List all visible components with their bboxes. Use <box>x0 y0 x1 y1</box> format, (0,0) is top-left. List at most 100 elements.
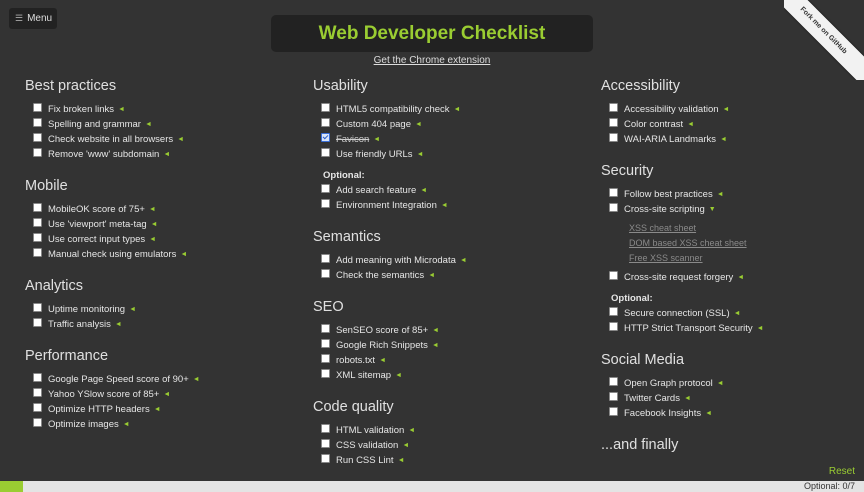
checklist-item[interactable]: Use friendly URLs ◄ <box>321 147 573 162</box>
checkbox[interactable] <box>33 248 42 257</box>
checklist-item[interactable]: Run CSS Lint ◄ <box>321 453 573 468</box>
expand-left-icon[interactable]: ◄ <box>408 427 415 434</box>
github-ribbon[interactable]: Fork me on GitHub <box>784 0 864 80</box>
expand-left-icon[interactable]: ◄ <box>149 236 156 243</box>
expand-left-icon[interactable]: ◄ <box>379 357 386 364</box>
checklist-item[interactable]: Optimize images ◄ <box>33 417 285 432</box>
checkbox[interactable] <box>33 133 42 142</box>
menu-button[interactable]: ☰ Menu <box>9 8 57 29</box>
resource-link[interactable]: Free XSS scanner <box>629 251 861 266</box>
checklist-item[interactable]: HTML validation ◄ <box>321 423 573 438</box>
checkbox[interactable] <box>321 369 330 378</box>
checklist-item[interactable]: Use correct input types ◄ <box>33 232 285 247</box>
checklist-item[interactable]: Use 'viewport' meta-tag ◄ <box>33 217 285 232</box>
expand-left-icon[interactable]: ◄ <box>402 442 409 449</box>
expand-left-icon[interactable]: ◄ <box>717 380 724 387</box>
expand-left-icon[interactable]: ◄ <box>720 136 727 143</box>
expand-left-icon[interactable]: ◄ <box>432 342 439 349</box>
expand-left-icon[interactable]: ◄ <box>428 272 435 279</box>
checklist-item[interactable]: Traffic analysis ◄ <box>33 317 285 332</box>
checklist-item[interactable]: Check website in all browsers ◄ <box>33 132 285 147</box>
expand-left-icon[interactable]: ◄ <box>115 321 122 328</box>
resource-link[interactable]: XSS cheat sheet <box>629 221 861 236</box>
checkbox[interactable] <box>609 118 618 127</box>
checkbox[interactable] <box>321 103 330 112</box>
checkbox[interactable] <box>33 418 42 427</box>
checklist-item[interactable]: Fix broken links ◄ <box>33 102 285 117</box>
checklist-item[interactable]: Open Graph protocol ◄ <box>609 376 861 391</box>
expand-left-icon[interactable]: ◄ <box>373 136 380 143</box>
expand-left-icon[interactable]: ◄ <box>123 421 130 428</box>
checkbox[interactable] <box>609 392 618 401</box>
checklist-item[interactable]: Add search feature ◄ <box>321 183 573 198</box>
checkbox[interactable] <box>33 303 42 312</box>
checklist-item[interactable]: MobileOK score of 75+ ◄ <box>33 202 285 217</box>
checklist-item[interactable]: Optimize HTTP headers ◄ <box>33 402 285 417</box>
expand-left-icon[interactable]: ◄ <box>163 151 170 158</box>
expand-left-icon[interactable]: ◄ <box>454 106 461 113</box>
expand-left-icon[interactable]: ◄ <box>395 372 402 379</box>
checkbox[interactable] <box>33 373 42 382</box>
expand-left-icon[interactable]: ◄ <box>705 410 712 417</box>
expand-left-icon[interactable]: ◄ <box>687 121 694 128</box>
expand-left-icon[interactable]: ◄ <box>420 187 427 194</box>
checklist-item[interactable]: robots.txt ◄ <box>321 353 573 368</box>
checklist-item[interactable]: Environment Integration ◄ <box>321 198 573 213</box>
checklist-item[interactable]: XML sitemap ◄ <box>321 368 573 383</box>
checklist-item[interactable]: Favicon ◄ <box>321 132 573 147</box>
expand-left-icon[interactable]: ◄ <box>177 136 184 143</box>
checklist-item[interactable]: Twitter Cards ◄ <box>609 391 861 406</box>
checkbox[interactable] <box>33 218 42 227</box>
expand-left-icon[interactable]: ◄ <box>460 257 467 264</box>
checklist-item[interactable]: HTML5 compatibility check ◄ <box>321 102 573 117</box>
checkbox[interactable] <box>33 203 42 212</box>
checklist-item[interactable]: Add meaning with Microdata ◄ <box>321 253 573 268</box>
checkbox[interactable] <box>33 148 42 157</box>
expand-left-icon[interactable]: ◄ <box>145 121 152 128</box>
checkbox[interactable] <box>321 184 330 193</box>
checklist-item[interactable]: Follow best practices ◄ <box>609 187 861 202</box>
checkbox[interactable] <box>321 133 330 142</box>
checklist-item[interactable]: Google Page Speed score of 90+ ◄ <box>33 372 285 387</box>
checklist-item[interactable]: Yahoo YSlow score of 85+ ◄ <box>33 387 285 402</box>
expand-left-icon[interactable]: ◄ <box>757 325 764 332</box>
checkbox[interactable] <box>33 103 42 112</box>
checkbox[interactable] <box>609 307 618 316</box>
expand-left-icon[interactable]: ◄ <box>398 457 405 464</box>
expand-left-icon[interactable]: ◄ <box>154 406 161 413</box>
checklist-item[interactable]: Uptime monitoring ◄ <box>33 302 285 317</box>
github-ribbon-text[interactable]: Fork me on GitHub <box>784 0 864 80</box>
expand-left-icon[interactable]: ◄ <box>129 306 136 313</box>
checklist-item[interactable]: Check the semantics ◄ <box>321 268 573 283</box>
checkbox[interactable] <box>321 454 330 463</box>
checkbox[interactable] <box>33 318 42 327</box>
checkbox[interactable] <box>609 188 618 197</box>
checkbox[interactable] <box>321 324 330 333</box>
checklist-item[interactable]: Cross-site scripting ▼ <box>609 202 861 217</box>
checkbox[interactable] <box>609 322 618 331</box>
expand-left-icon[interactable]: ◄ <box>180 251 187 258</box>
checklist-item[interactable]: SenSEO score of 85+ ◄ <box>321 323 573 338</box>
checklist-item[interactable]: Color contrast ◄ <box>609 117 861 132</box>
checklist-item[interactable]: WAI-ARIA Landmarks ◄ <box>609 132 861 147</box>
expand-left-icon[interactable]: ◄ <box>417 151 424 158</box>
expand-left-icon[interactable]: ◄ <box>734 310 741 317</box>
expand-left-icon[interactable]: ◄ <box>717 191 724 198</box>
checklist-item[interactable]: Accessibility validation ◄ <box>609 102 861 117</box>
expand-left-icon[interactable]: ◄ <box>415 121 422 128</box>
checkbox[interactable] <box>609 407 618 416</box>
checklist-item[interactable]: CSS validation ◄ <box>321 438 573 453</box>
checkbox[interactable] <box>321 339 330 348</box>
checkbox[interactable] <box>33 388 42 397</box>
expand-left-icon[interactable]: ◄ <box>737 274 744 281</box>
checklist-item[interactable]: Remove 'www' subdomain ◄ <box>33 147 285 162</box>
checkbox[interactable] <box>609 203 618 212</box>
checkbox[interactable] <box>609 133 618 142</box>
checkbox[interactable] <box>321 148 330 157</box>
checklist-item[interactable]: Cross-site request forgery ◄ <box>609 270 861 285</box>
checkbox[interactable] <box>321 199 330 208</box>
checklist-item[interactable]: Spelling and grammar ◄ <box>33 117 285 132</box>
checkbox[interactable] <box>321 269 330 278</box>
checkbox[interactable] <box>321 354 330 363</box>
expand-left-icon[interactable]: ◄ <box>684 395 691 402</box>
